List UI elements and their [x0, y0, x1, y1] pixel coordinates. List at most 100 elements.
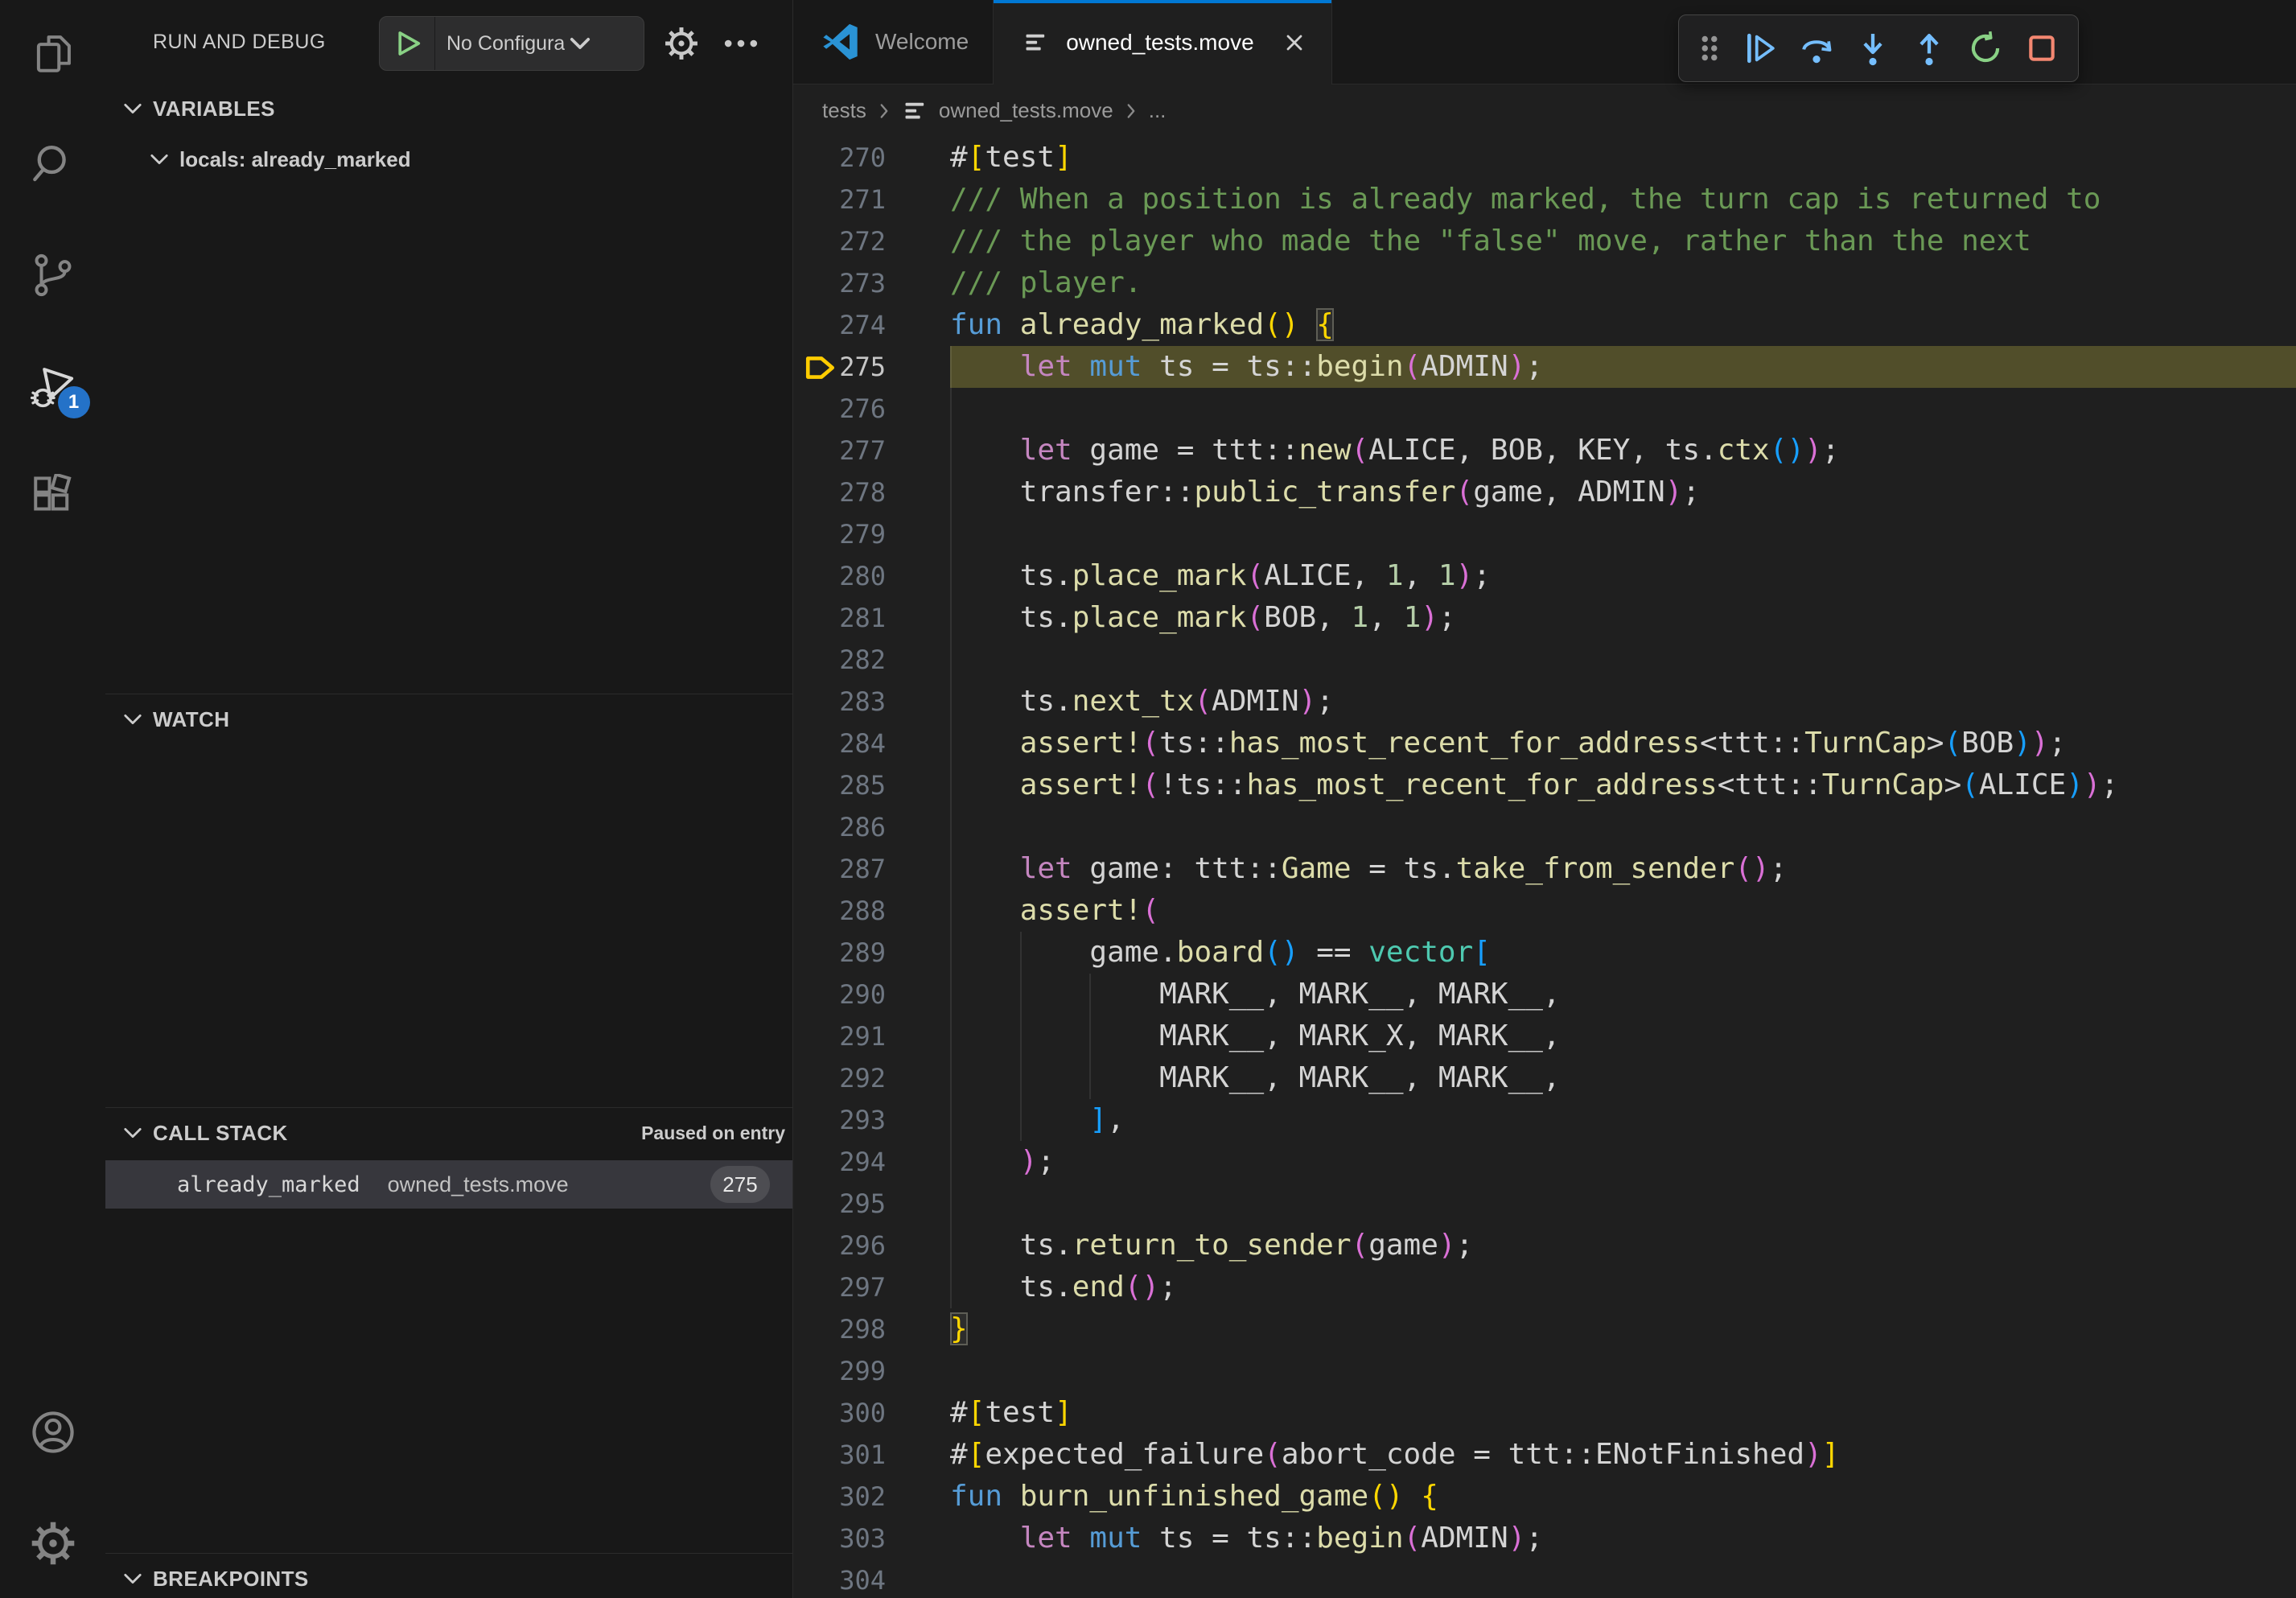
line-content[interactable]: [950, 1559, 2296, 1598]
activity-item-explorer[interactable]: [13, 13, 93, 93]
code-line[interactable]: 280 ts.place_mark(ALICE, 1, 1);: [793, 555, 2296, 597]
code-line[interactable]: 296 ts.return_to_sender(game);: [793, 1225, 2296, 1266]
line-content[interactable]: ts.place_mark(ALICE, 1, 1);: [950, 555, 2296, 597]
line-content[interactable]: /// the player who made the "false" move…: [950, 220, 2296, 262]
tab-owned-tests-move[interactable]: owned_tests.move: [994, 0, 1331, 84]
line-gutter[interactable]: 285: [793, 764, 950, 806]
line-gutter[interactable]: 276: [793, 388, 950, 430]
step-out-button[interactable]: [1911, 30, 1948, 67]
line-content[interactable]: ],: [950, 1099, 2296, 1141]
step-over-button[interactable]: [1798, 30, 1835, 67]
line-content[interactable]: /// When a position is already marked, t…: [950, 179, 2296, 220]
line-content[interactable]: #[test]: [950, 1392, 2296, 1434]
debug-configuration-dropdown[interactable]: No Configura: [379, 16, 644, 71]
debug-settings-gear-button[interactable]: [659, 21, 704, 66]
code-line[interactable]: 300#[test]: [793, 1392, 2296, 1434]
line-gutter[interactable]: 303: [793, 1518, 950, 1559]
code-line[interactable]: 272/// the player who made the "false" m…: [793, 220, 2296, 262]
drag-handle-button[interactable]: [1697, 30, 1722, 67]
section-header-call-stack[interactable]: CALL STACK Paused on entry: [105, 1112, 808, 1154]
line-content[interactable]: /// player.: [950, 262, 2296, 304]
code-line[interactable]: 295: [793, 1183, 2296, 1225]
code-editor[interactable]: 270#[test]271/// When a position is alre…: [793, 137, 2296, 1598]
line-content[interactable]: [950, 1350, 2296, 1392]
line-content[interactable]: MARK__, MARK_X, MARK__,: [950, 1015, 2296, 1057]
line-gutter[interactable]: 274: [793, 304, 950, 346]
line-gutter[interactable]: 281: [793, 597, 950, 639]
line-gutter[interactable]: 288: [793, 890, 950, 932]
code-line[interactable]: 285 assert!(!ts::has_most_recent_for_add…: [793, 764, 2296, 806]
code-line[interactable]: 283 ts.next_tx(ADMIN);: [793, 681, 2296, 723]
line-gutter[interactable]: 302: [793, 1476, 950, 1518]
tab-welcome[interactable]: Welcome: [793, 0, 994, 84]
line-gutter[interactable]: 270: [793, 137, 950, 179]
code-line[interactable]: 286: [793, 806, 2296, 848]
code-line[interactable]: 290 MARK__, MARK__, MARK__,: [793, 974, 2296, 1015]
code-line[interactable]: 288 assert!(: [793, 890, 2296, 932]
code-line[interactable]: 270#[test]: [793, 137, 2296, 179]
line-gutter[interactable]: 280: [793, 555, 950, 597]
code-line[interactable]: 301#[expected_failure(abort_code = ttt::…: [793, 1434, 2296, 1476]
line-gutter[interactable]: 279: [793, 513, 950, 555]
line-content[interactable]: [950, 806, 2296, 848]
code-line[interactable]: 304: [793, 1559, 2296, 1598]
code-line[interactable]: 299: [793, 1350, 2296, 1392]
line-content[interactable]: let game: ttt::Game = ts.take_from_sende…: [950, 848, 2296, 890]
line-gutter[interactable]: 284: [793, 723, 950, 764]
line-content[interactable]: ts.return_to_sender(game);: [950, 1225, 2296, 1266]
line-gutter[interactable]: 273: [793, 262, 950, 304]
code-line[interactable]: 278 transfer::public_transfer(game, ADMI…: [793, 472, 2296, 513]
code-line[interactable]: 274fun already_marked() {: [793, 304, 2296, 346]
line-content[interactable]: ts.place_mark(BOB, 1, 1);: [950, 597, 2296, 639]
line-content[interactable]: game.board() == vector[: [950, 932, 2296, 974]
more-actions-button[interactable]: [718, 21, 763, 66]
line-content[interactable]: let game = ttt::new(ALICE, BOB, KEY, ts.…: [950, 430, 2296, 472]
code-line[interactable]: 276: [793, 388, 2296, 430]
activity-item-account[interactable]: [13, 1392, 93, 1472]
line-content[interactable]: fun burn_unfinished_game() {: [950, 1476, 2296, 1518]
line-content[interactable]: #[expected_failure(abort_code = ttt::ENo…: [950, 1434, 2296, 1476]
line-content[interactable]: assert!(ts::has_most_recent_for_address<…: [950, 723, 2296, 764]
code-line[interactable]: 292 MARK__, MARK__, MARK__,: [793, 1057, 2296, 1099]
line-content[interactable]: [950, 513, 2296, 555]
line-gutter[interactable]: 277: [793, 430, 950, 472]
call-stack-frame-row[interactable]: already_marked owned_tests.move 275: [105, 1160, 792, 1209]
line-content[interactable]: let mut ts = ts::begin(ADMIN);: [950, 1518, 2296, 1559]
code-line[interactable]: 291 MARK__, MARK_X, MARK__,: [793, 1015, 2296, 1057]
code-line[interactable]: 287 let game: ttt::Game = ts.take_from_s…: [793, 848, 2296, 890]
line-gutter[interactable]: 301: [793, 1434, 950, 1476]
line-content[interactable]: }: [950, 1308, 2296, 1350]
code-line[interactable]: 302fun burn_unfinished_game() {: [793, 1476, 2296, 1518]
variables-scope-locals[interactable]: locals: already_marked: [105, 138, 834, 180]
line-gutter[interactable]: 282: [793, 639, 950, 681]
line-content[interactable]: [950, 388, 2296, 430]
line-content[interactable]: ts.end();: [950, 1266, 2296, 1308]
code-line[interactable]: 282: [793, 639, 2296, 681]
line-content[interactable]: let mut ts = ts::begin(ADMIN);: [950, 346, 2296, 388]
line-gutter[interactable]: 289: [793, 932, 950, 974]
restart-button[interactable]: [1967, 30, 2004, 67]
code-line[interactable]: 275 let mut ts = ts::begin(ADMIN);: [793, 346, 2296, 388]
breadcrumb-segment[interactable]: owned_tests.move: [902, 97, 1113, 125]
line-content[interactable]: assert!(!ts::has_most_recent_for_address…: [950, 764, 2296, 806]
activity-item-source-control[interactable]: [13, 235, 93, 315]
line-content[interactable]: transfer::public_transfer(game, ADMIN);: [950, 472, 2296, 513]
line-gutter[interactable]: 278: [793, 472, 950, 513]
line-content[interactable]: MARK__, MARK__, MARK__,: [950, 1057, 2296, 1099]
code-line[interactable]: 289 game.board() == vector[: [793, 932, 2296, 974]
line-gutter[interactable]: 299: [793, 1350, 950, 1392]
code-line[interactable]: 273/// player.: [793, 262, 2296, 304]
code-line[interactable]: 303 let mut ts = ts::begin(ADMIN);: [793, 1518, 2296, 1559]
line-content[interactable]: );: [950, 1141, 2296, 1183]
line-gutter[interactable]: 290: [793, 974, 950, 1015]
code-line[interactable]: 279: [793, 513, 2296, 555]
line-content[interactable]: MARK__, MARK__, MARK__,: [950, 974, 2296, 1015]
continue-button[interactable]: [1742, 30, 1779, 67]
section-header-watch[interactable]: WATCH: [105, 698, 808, 740]
line-gutter[interactable]: 291: [793, 1015, 950, 1057]
line-content[interactable]: assert!(: [950, 890, 2296, 932]
breadcrumb-segment[interactable]: ...: [1149, 98, 1167, 123]
line-gutter[interactable]: 283: [793, 681, 950, 723]
step-into-button[interactable]: [1854, 30, 1891, 67]
code-line[interactable]: 297 ts.end();: [793, 1266, 2296, 1308]
